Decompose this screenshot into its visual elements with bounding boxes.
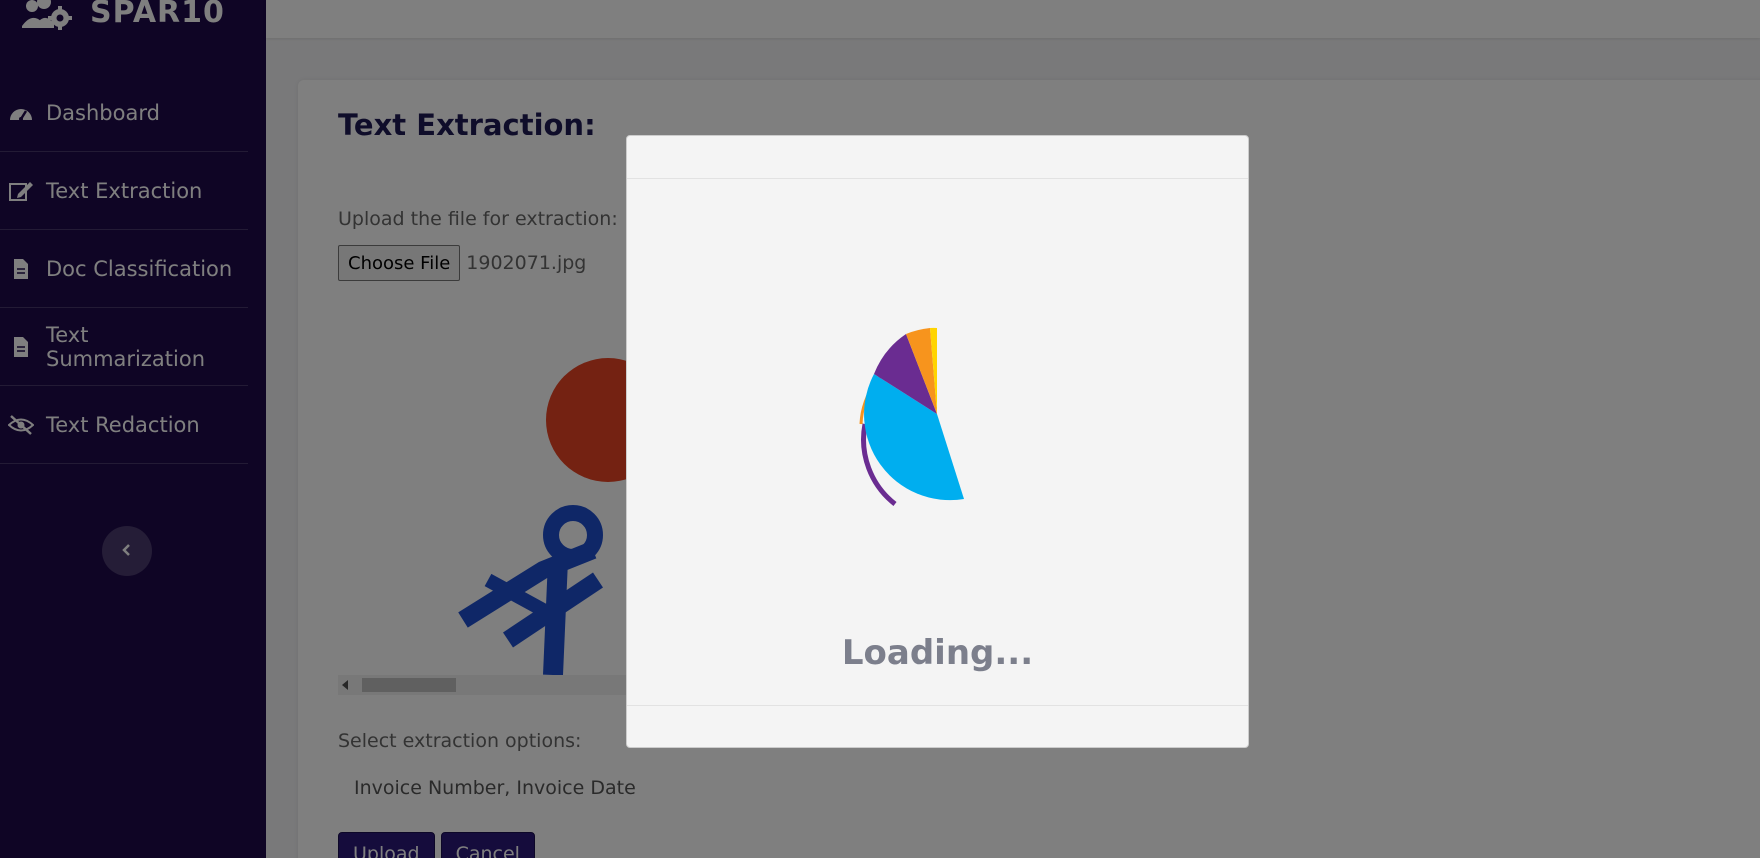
modal-header (627, 136, 1248, 179)
loading-text: Loading... (841, 633, 1034, 673)
modal-footer (627, 705, 1248, 747)
loading-modal: Loading... (626, 135, 1249, 748)
loading-spinner-icon (837, 314, 1037, 514)
